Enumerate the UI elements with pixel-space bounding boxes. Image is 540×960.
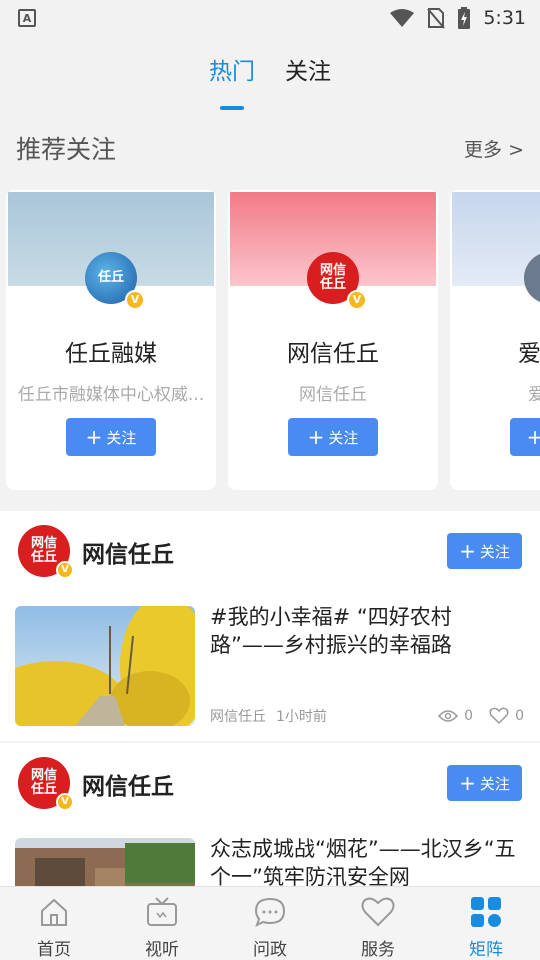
avatar-text: 网信任丘 [30, 768, 57, 797]
avatar-text: 网信任丘 [30, 536, 57, 565]
card-desc: 爱 [528, 380, 540, 405]
heart-icon [360, 895, 396, 929]
follow-button[interactable]: + 关注 [288, 418, 378, 456]
like-count: 0 [515, 708, 524, 724]
avatar-text: 网信任丘 [319, 263, 346, 292]
follow-label: 关注 [479, 774, 510, 793]
tab-hot[interactable]: 热门 [209, 52, 255, 96]
grid-icon [468, 895, 504, 929]
article-stats: 0 0 [438, 707, 524, 725]
eye-icon [438, 710, 459, 722]
article-title[interactable]: #我的小幸福# “四好农村路”——乡村振兴的幸福路 [210, 603, 524, 659]
plus-icon: + [307, 425, 325, 449]
accessibility-icon: A [18, 9, 36, 27]
plus-icon: + [526, 425, 540, 449]
plus-icon: + [459, 771, 476, 795]
plus-icon: + [459, 539, 476, 563]
verified-badge: V [125, 290, 145, 310]
follow-label: 关注 [479, 542, 510, 561]
nav-services[interactable]: 服务 [324, 887, 432, 960]
chat-icon [252, 895, 288, 929]
recommend-card[interactable]: 任丘 V 任丘融媒 任丘市融媒体中心权威... + 关注 [6, 190, 216, 490]
nav-matrix[interactable]: 矩阵 [432, 887, 540, 960]
no-sim-icon [427, 8, 446, 29]
article-thumbnail[interactable] [15, 838, 195, 886]
feed-author-row: 网信任丘 V 网信任丘 + 关注 [0, 743, 540, 823]
wifi-icon [390, 9, 415, 27]
author-avatar[interactable]: 网信任丘 V [18, 525, 74, 579]
follow-button[interactable]: + 关注 [447, 765, 522, 801]
feed-item[interactable]: 网信任丘 V 网信任丘 + 关注 众志成城战“烟花”——北汉乡“五个一”筑牢防汛… [0, 743, 540, 886]
battery-charging-icon [458, 7, 471, 29]
article-source: 网信任丘 [210, 709, 266, 725]
follow-label: 关注 [106, 428, 137, 447]
avatar: 任丘 V [85, 252, 145, 310]
follow-button[interactable]: + 关注 [447, 533, 522, 569]
article-time: 1小时前 [276, 709, 327, 725]
article-title[interactable]: 众志成城战“烟花”——北汉乡“五个一”筑牢防汛安全网 [210, 835, 524, 886]
card-desc: 任丘市融媒体中心权威... [17, 385, 205, 405]
avatar: 网信任丘 V [307, 252, 367, 310]
card-name: 爱 [518, 341, 540, 367]
more-link[interactable]: 更多 > [464, 135, 524, 162]
author-name[interactable]: 网信任丘 [82, 535, 174, 569]
verified-badge: V [56, 793, 74, 811]
recommend-title: 推荐关注 [16, 135, 117, 164]
avatar-text: 任丘 [97, 270, 124, 285]
nav-label: 服务 [361, 940, 395, 960]
recommend-header: 推荐关注 更多 > [16, 128, 524, 168]
recommend-card[interactable]: 爱 爱 + [450, 190, 540, 490]
follow-button[interactable]: + 关注 [66, 418, 156, 456]
tab-following[interactable]: 关注 [285, 52, 331, 96]
recommend-card[interactable]: 网信任丘 V 网信任丘 网信任丘 + 关注 [228, 190, 438, 490]
verified-badge: V [347, 290, 367, 310]
nav-inquiry[interactable]: 问政 [216, 887, 324, 960]
status-bar: A 5:31 [0, 0, 540, 36]
feed-item[interactable]: 网信任丘 V 网信任丘 + 关注 #我的小幸福# “四好农村路”——乡村振兴的幸… [0, 511, 540, 741]
author-avatar[interactable]: 网信任丘 V [18, 757, 74, 811]
author-name[interactable]: 网信任丘 [82, 767, 174, 801]
follow-button[interactable]: + [510, 418, 540, 456]
article-thumbnail[interactable] [15, 606, 195, 726]
recommend-cards[interactable]: 任丘 V 任丘融媒 任丘市融媒体中心权威... + 关注 网信任丘 V 网信任丘… [0, 190, 540, 490]
nav-label: 问政 [253, 940, 287, 960]
heart-icon[interactable] [489, 707, 509, 725]
nav-label: 矩阵 [469, 940, 503, 960]
nav-media[interactable]: 视听 [108, 887, 216, 960]
top-tabs: 热门 关注 [0, 52, 540, 112]
status-time: 5:31 [483, 7, 526, 29]
nav-label: 视听 [145, 940, 179, 960]
nav-label: 首页 [37, 940, 71, 960]
card-name: 网信任丘 [287, 341, 379, 367]
card-desc: 网信任丘 [299, 385, 367, 405]
status-icons: 5:31 [389, 6, 526, 30]
bottom-nav: 首页 视听 问政 服务 矩阵 [0, 886, 540, 960]
tv-icon [144, 895, 180, 929]
plus-icon: + [85, 425, 103, 449]
nav-home[interactable]: 首页 [0, 887, 108, 960]
feed-author-row: 网信任丘 V 网信任丘 + 关注 [0, 511, 540, 591]
card-name: 任丘融媒 [65, 341, 157, 367]
article-meta: 网信任丘 1小时前 0 0 [210, 704, 524, 728]
view-count: 0 [464, 708, 474, 724]
home-icon [36, 895, 72, 929]
verified-badge: V [56, 561, 74, 579]
follow-label: 关注 [328, 428, 359, 447]
